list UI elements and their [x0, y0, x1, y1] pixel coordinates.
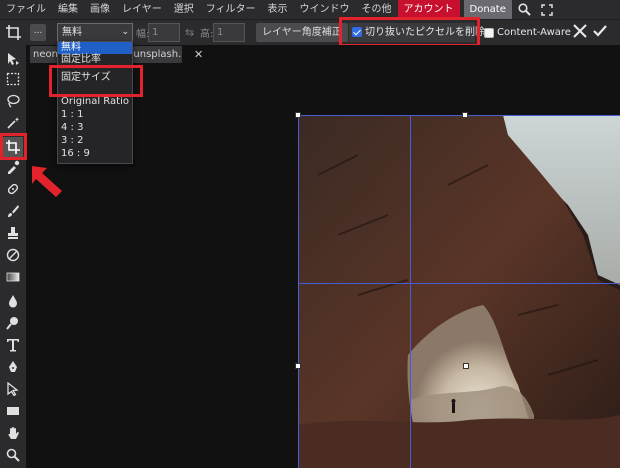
- menu-file[interactable]: ファイル: [0, 0, 52, 19]
- layer-angle-button[interactable]: レイヤー角度補正: [256, 23, 348, 42]
- fullscreen-icon[interactable]: [538, 0, 556, 19]
- crop-mode-value: 無料: [62, 27, 82, 38]
- tools-panel: [0, 45, 26, 468]
- menu-account[interactable]: アカウント: [397, 0, 460, 19]
- menu-view[interactable]: 表示: [262, 0, 294, 19]
- gradient-tool-icon[interactable]: [3, 267, 23, 287]
- crop-mode-option-fixed-ratio[interactable]: 固定比率: [58, 54, 132, 66]
- healing-brush-icon[interactable]: [3, 179, 23, 199]
- magic-wand-icon[interactable]: [3, 113, 23, 133]
- crop-handle-middle-left[interactable]: [295, 363, 301, 369]
- text-tool-icon[interactable]: [3, 335, 23, 355]
- content-aware-label: Content-Aware: [497, 27, 571, 38]
- search-icon[interactable]: [516, 0, 534, 19]
- crop-center-handle[interactable]: [463, 363, 469, 369]
- crop-border-left: [298, 115, 299, 468]
- swap-icon[interactable]: ⇆: [185, 26, 194, 39]
- pen-tool-icon[interactable]: [3, 357, 23, 377]
- zoom-tool-icon[interactable]: [3, 445, 23, 465]
- crop-mode-option-free[interactable]: 無料: [58, 42, 132, 54]
- menu-select[interactable]: 選択: [168, 0, 200, 19]
- crop-mode-option-16-9[interactable]: 16 : 9: [58, 148, 132, 160]
- crop-icon[interactable]: [5, 24, 23, 42]
- crop-grid-vertical-1: [410, 115, 411, 468]
- crop-handle-top-left[interactable]: [295, 112, 301, 118]
- crop-mode-option-fixed-size[interactable]: 固定サイズ: [58, 72, 132, 84]
- delete-cropped-pixels-option[interactable]: 切り抜いたピクセルを削除: [349, 23, 485, 42]
- menu-layer[interactable]: レイヤー: [116, 0, 168, 19]
- menu-window[interactable]: ウインドウ: [294, 0, 356, 19]
- crop-mode-select[interactable]: 無料 ⌄: [57, 23, 133, 42]
- cancel-crop-icon[interactable]: [572, 23, 590, 42]
- marquee-tool-icon[interactable]: [3, 69, 23, 89]
- crop-border-top: [298, 115, 620, 116]
- delete-cropped-label: 切り抜いたピクセルを削除: [365, 27, 485, 38]
- dodge-tool-icon[interactable]: [3, 313, 23, 333]
- stamp-tool-icon[interactable]: [3, 223, 23, 243]
- shape-tool-icon[interactable]: [3, 401, 23, 421]
- menu-edit[interactable]: 編集: [52, 0, 84, 19]
- crop-mode-option-original-ratio[interactable]: Original Ratio: [58, 96, 132, 108]
- eyedropper-icon[interactable]: [3, 157, 23, 177]
- lasso-tool-icon[interactable]: [3, 91, 23, 111]
- donate-button[interactable]: Donate: [463, 0, 512, 19]
- crop-tool-icon[interactable]: [3, 137, 23, 157]
- close-tab-icon[interactable]: ✕: [194, 48, 203, 61]
- menu-filter[interactable]: フィルター: [200, 0, 262, 19]
- eraser-tool-icon[interactable]: [3, 245, 23, 265]
- menu-image[interactable]: 画像: [84, 0, 116, 19]
- height-label: 高:: [200, 29, 214, 40]
- photo-arch: [298, 115, 620, 468]
- content-aware-checkbox[interactable]: [484, 28, 494, 38]
- confirm-crop-icon[interactable]: [592, 23, 610, 42]
- hand-tool-icon[interactable]: [3, 423, 23, 443]
- move-tool-icon[interactable]: [3, 49, 23, 69]
- content-aware-option[interactable]: Content-Aware: [483, 23, 571, 42]
- delete-cropped-checkbox[interactable]: [352, 27, 362, 37]
- chevron-down-icon: ⌄: [121, 27, 129, 37]
- crop-mode-option-4-3[interactable]: 4 : 3: [58, 122, 132, 134]
- pointer-arrow-icon: [32, 166, 62, 197]
- crop-handle-top-center[interactable]: [462, 112, 468, 118]
- more-options-button[interactable]: ...: [30, 24, 46, 41]
- crop-mode-option-3-2[interactable]: 3 : 2: [58, 135, 132, 147]
- menu-bar: ファイル 編集 画像 レイヤー 選択 フィルター 表示 ウインドウ その他 アカ…: [0, 0, 620, 19]
- crop-mode-option-1-1[interactable]: 1 : 1: [58, 109, 132, 121]
- width-input[interactable]: 1: [148, 23, 180, 42]
- image-canvas[interactable]: [298, 115, 620, 468]
- blur-tool-icon[interactable]: [3, 291, 23, 311]
- height-input[interactable]: 1: [213, 23, 245, 42]
- path-select-icon[interactable]: [3, 379, 23, 399]
- crop-grid-horizontal-1: [298, 283, 620, 284]
- crop-mode-dropdown: 無料 固定比率 固定サイズ Original Ratio 1 : 1 4 : 3…: [57, 41, 133, 164]
- menu-more[interactable]: その他: [356, 0, 398, 19]
- brush-tool-icon[interactable]: [3, 201, 23, 221]
